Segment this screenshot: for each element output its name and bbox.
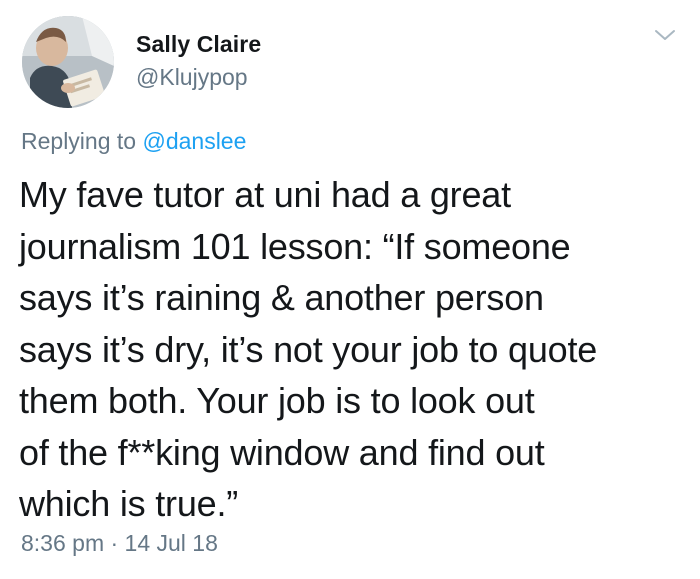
replying-prefix: Replying to [21,128,143,154]
chevron-down-icon[interactable] [652,24,678,46]
author-handle[interactable]: @Klujypop [136,64,248,91]
tweet-text: My fave tutor at uni had a great journal… [19,174,598,524]
tweet-card: Sally Claire @Klujypop Replying to @dans… [0,0,700,579]
avatar[interactable] [22,16,114,108]
replying-to: Replying to @danslee [21,128,246,155]
author-name[interactable]: Sally Claire [136,31,261,58]
profile-photo-icon [22,16,114,108]
tweet-timestamp[interactable]: 8:36 pm · 14 Jul 18 [21,530,218,557]
reply-mention-link[interactable]: @danslee [142,128,246,154]
